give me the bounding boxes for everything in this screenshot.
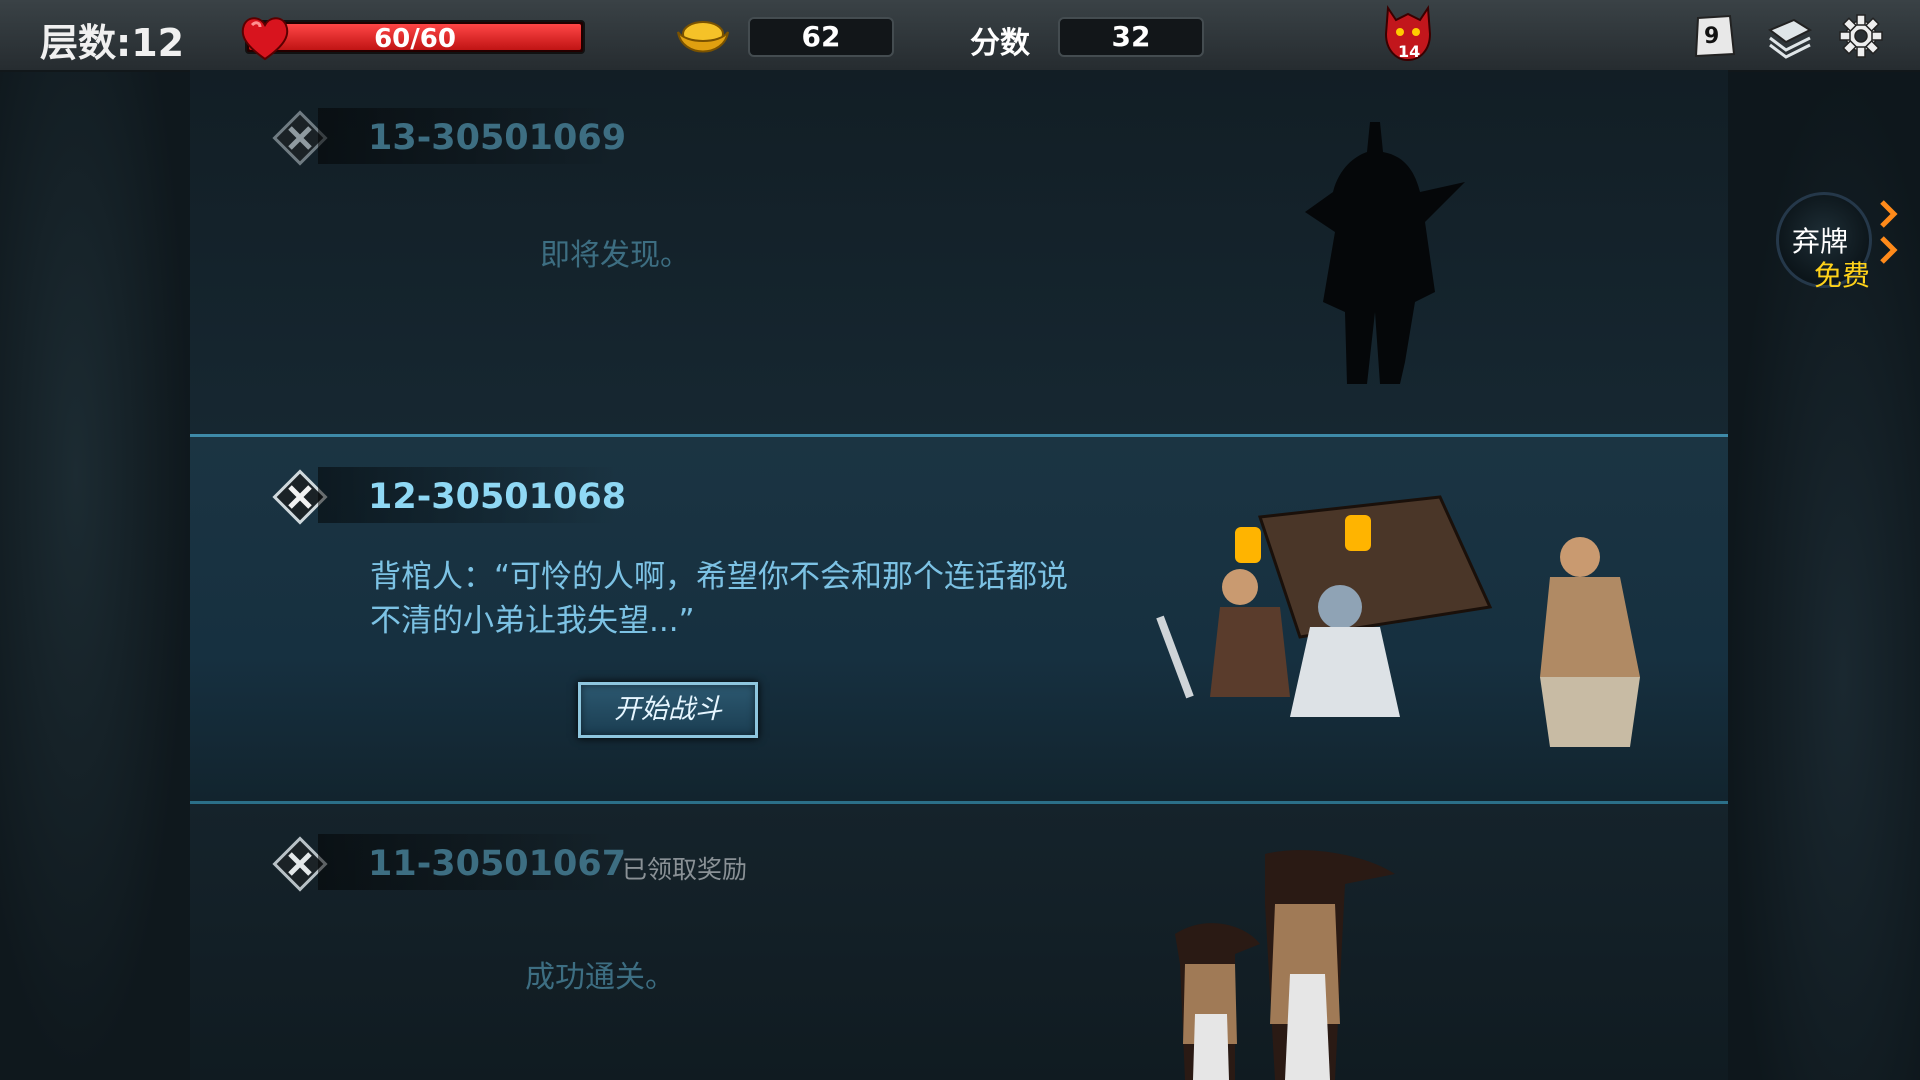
event-text: 即将发现。 bbox=[540, 238, 690, 273]
hp-bar: 60/60 bbox=[245, 20, 585, 54]
coffin-bearer-enemy-art bbox=[1156, 495, 1640, 747]
silhouette-enemy-art bbox=[1305, 122, 1465, 384]
deck-count: 9 bbox=[1704, 24, 1720, 49]
event-title: 11-30501067 bbox=[368, 844, 627, 884]
score-label: 分数 bbox=[970, 26, 1030, 61]
event-row-completed[interactable]: 11-30501067 已领取奖励 成功通关。 bbox=[190, 804, 1728, 1080]
discard-cost: 免费 bbox=[1814, 259, 1871, 292]
left-backdrop bbox=[0, 70, 190, 1080]
event-title: 13-30501069 bbox=[368, 118, 627, 158]
gold-ingot-icon bbox=[677, 21, 729, 53]
reward-claimed-label: 已领取奖励 bbox=[622, 855, 748, 884]
card-pile-icon[interactable] bbox=[1764, 12, 1814, 60]
start-battle-button[interactable]: 开始战斗 bbox=[578, 682, 758, 738]
event-dialog-text: 背棺人：“可怜的人啊，希望你不会和那个连话都说不清的小弟让我失望...” bbox=[370, 559, 1069, 639]
twin-brutes-enemy-art bbox=[1175, 850, 1395, 1080]
event-row-current[interactable]: 12-30501068 背棺人：“可怜的人啊，希望你不会和那个连话都说不清的小弟… bbox=[190, 434, 1728, 804]
heart-icon bbox=[241, 17, 289, 61]
gear-icon[interactable] bbox=[1836, 12, 1886, 60]
event-title: 12-30501068 bbox=[368, 477, 627, 517]
hp-text: 60/60 bbox=[374, 24, 456, 54]
boss-counter: 14 bbox=[1398, 42, 1421, 61]
event-list: 13-30501069 即将发现。 12-30501068 背棺人：“可怜的人啊… bbox=[190, 70, 1728, 1080]
event-text: 成功通关。 bbox=[525, 960, 675, 995]
top-hud: 层数:12 60/60 62 分数 32 14 9 bbox=[0, 0, 1920, 72]
chevron-right-icon bbox=[1880, 200, 1898, 264]
gold-counter: 62 bbox=[748, 17, 894, 57]
floor-counter: 层数:12 bbox=[40, 21, 185, 65]
score-counter: 32 bbox=[1058, 17, 1204, 57]
event-row-locked[interactable]: 13-30501069 即将发现。 bbox=[190, 70, 1728, 434]
